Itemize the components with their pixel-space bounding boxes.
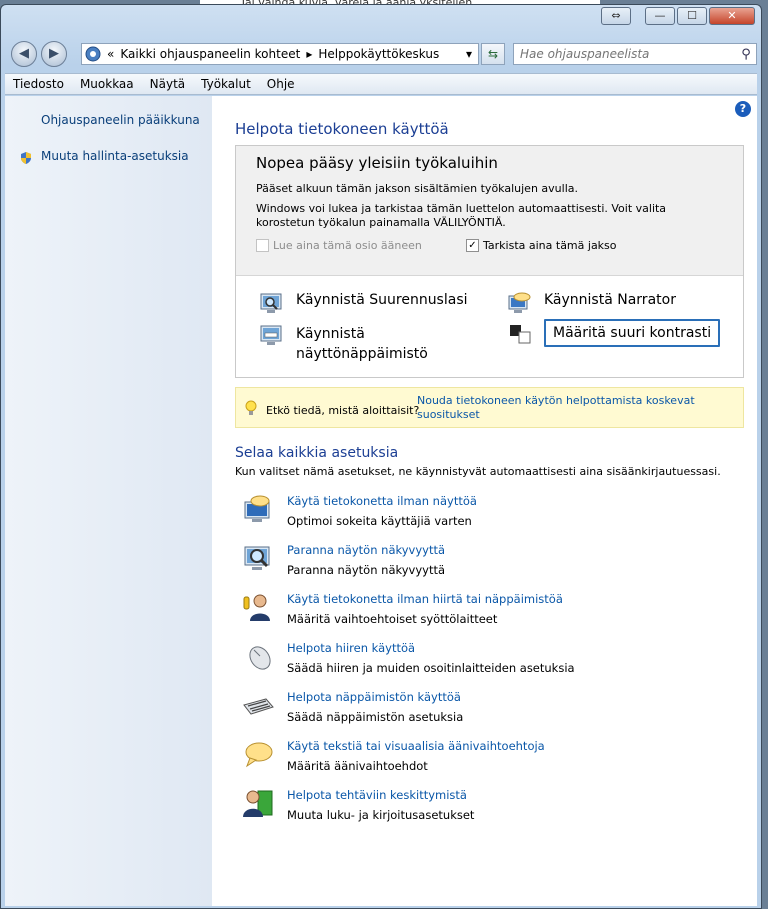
narrator-icon — [508, 292, 531, 313]
monitor-magnifier-icon — [244, 546, 270, 570]
option-mouse: Helpota hiiren käyttöä Säädä hiiren ja m… — [242, 640, 722, 680]
high-contrast-label: Määritä suuri kontrasti — [544, 319, 721, 347]
menu-file[interactable]: Tiedosto — [5, 77, 72, 91]
speech-bubble-icon — [245, 742, 273, 768]
menu-help[interactable]: Ohje — [259, 77, 303, 91]
sidebar: Ohjauspaneelin pääikkuna Muuta hallinta-… — [5, 96, 212, 906]
option-mouse-link[interactable]: Helpota hiiren käyttöä — [287, 641, 415, 655]
breadcrumb-ease-of-access[interactable]: Helppokäyttökeskus — [318, 47, 439, 61]
narrator-tool[interactable]: Käynnistä Narrator — [508, 292, 676, 314]
option-sound-alternatives-desc: Määritä äänivaihtoehdot — [287, 759, 428, 773]
help-icon[interactable]: ? — [735, 101, 751, 117]
option-without-mouse-keyboard: Käytä tietokonetta ilman hiirtä tai näpp… — [242, 591, 722, 631]
control-panel-icon — [85, 46, 101, 62]
auto-scan-label: Tarkista aina tämä jakso — [483, 239, 617, 252]
option-mouse-desc: Säädä hiiren ja muiden osoitinlaitteiden… — [287, 661, 575, 675]
monitor-speech-icon — [244, 495, 270, 522]
option-without-display-link[interactable]: Käytä tietokonetta ilman näyttöä — [287, 494, 477, 508]
page-title: Helpota tietokoneen käyttöä — [235, 120, 449, 138]
recommendations-link[interactable]: Nouda tietokoneen käytön helpottamista k… — [417, 394, 727, 422]
menu-view[interactable]: Näytä — [142, 77, 194, 91]
content-area: Ohjauspaneelin pääikkuna Muuta hallinta-… — [5, 96, 757, 906]
address-bar[interactable]: « Kaikki ohjauspaneelin kohteet ▸ Helppo… — [81, 43, 479, 65]
high-contrast-icon — [510, 325, 531, 344]
option-without-display-desc: Optimoi sokeita käyttäjiä varten — [287, 514, 472, 528]
address-dropdown[interactable]: ▾ — [466, 47, 472, 61]
breadcrumb-all-items[interactable]: Kaikki ohjauspaneelin kohteet — [120, 47, 300, 61]
keyboard-icon — [243, 698, 274, 715]
uac-shield-icon — [21, 152, 31, 164]
option-visibility: Paranna näytön näkyvyyttä Paranna näytön… — [242, 542, 722, 582]
option-sound-alternatives-link[interactable]: Käytä tekstiä tai visuaalisia äänivaihto… — [287, 739, 545, 753]
option-sound-alternatives: Käytä tekstiä tai visuaalisia äänivaihto… — [242, 738, 722, 778]
sidebar-item-home[interactable]: Ohjauspaneelin pääikkuna — [41, 113, 200, 127]
minimize-button[interactable]: — — [645, 7, 675, 25]
option-without-mouse-keyboard-desc: Määritä vaihtoehtoiset syöttölaitteet — [287, 612, 498, 626]
sidebar-item-admin-settings[interactable]: Muuta hallinta-asetuksia — [41, 149, 189, 163]
search-input[interactable] — [514, 44, 736, 64]
window-controls: — ☐ ✕ — [645, 7, 755, 25]
narrator-label: Käynnistä Narrator — [544, 292, 676, 308]
onscreen-keyboard-label: Käynnistä näyttönäppäimistö — [296, 326, 428, 362]
magnifier-tool[interactable]: Käynnistä Suurennuslasi — [260, 292, 468, 314]
close-button[interactable]: ✕ — [709, 7, 755, 25]
forward-button[interactable]: ▶ — [41, 41, 67, 67]
option-focus-tasks-desc: Muuta luku- ja kirjoitusasetukset — [287, 808, 475, 822]
breadcrumb-separator[interactable]: ▸ — [306, 47, 312, 61]
option-without-display: Käytä tietokonetta ilman näyttöä Optimoi… — [242, 493, 722, 533]
maximize-button[interactable]: ☐ — [677, 7, 707, 25]
quick-access-explanation: Windows voi lukea ja tarkistaa tämän lue… — [256, 202, 667, 229]
lightbulb-icon — [245, 400, 257, 415]
search-icon[interactable]: ⚲ — [736, 47, 756, 62]
quick-access-intro: Pääset alkuun tämän jakson sisältämien t… — [256, 182, 578, 195]
high-contrast-tool[interactable]: Määritä suuri kontrasti — [508, 319, 721, 347]
address-root-chevron[interactable]: « — [107, 47, 114, 61]
onscreen-keyboard-icon — [260, 325, 282, 345]
browse-section-title: Selaa kaikkia asetuksia — [235, 445, 399, 461]
browse-section-description: Kun valitset nämä asetukset, ne käynnist… — [235, 465, 721, 478]
option-without-mouse-keyboard-link[interactable]: Käytä tietokonetta ilman hiirtä tai näpp… — [287, 592, 563, 606]
mouse-icon — [249, 646, 271, 670]
navigation-bar: ◀ ▶ « Kaikki ohjauspaneelin kohteet ▸ He… — [9, 39, 757, 69]
quick-access-panel: Nopea pääsy yleisiin työkaluihin Pääset … — [235, 145, 744, 378]
quick-access-header: Nopea pääsy yleisiin työkaluihin Pääset … — [236, 146, 743, 276]
quick-access-title: Nopea pääsy yleisiin työkaluihin — [256, 154, 498, 172]
auto-scan-box[interactable]: ✓ — [466, 239, 479, 252]
back-button[interactable]: ◀ — [11, 41, 37, 67]
reading-user-icon — [243, 790, 273, 817]
menu-tools[interactable]: Työkalut — [193, 77, 259, 91]
magnifier-icon — [260, 293, 282, 313]
menu-bar: Tiedosto Muokkaa Näytä Työkalut Ohje — [5, 73, 757, 95]
main-panel: ? Helpota tietokoneen käyttöä Nopea pääs… — [212, 96, 757, 906]
option-keyboard-link[interactable]: Helpota näppäimistön käyttöä — [287, 690, 461, 704]
user-input-icon — [243, 594, 270, 621]
search-box: ⚲ — [513, 43, 757, 65]
read-aloud-label: Lue aina tämä osio ääneen — [273, 239, 422, 252]
read-aloud-box[interactable] — [256, 239, 269, 252]
menu-edit[interactable]: Muokkaa — [72, 77, 142, 91]
window-nav-button[interactable]: ⇔ — [601, 7, 631, 25]
option-keyboard-desc: Säädä näppäimistön asetuksia — [287, 710, 464, 724]
option-focus-tasks-link[interactable]: Helpota tehtäviin keskittymistä — [287, 788, 467, 802]
onscreen-keyboard-tool[interactable]: Käynnistä näyttönäppäimistö — [260, 324, 446, 364]
refresh-button[interactable]: ⇆ — [481, 43, 505, 65]
option-visibility-desc: Paranna näytön näkyvyyttä — [287, 563, 446, 577]
control-panel-window: ⇔ — ☐ ✕ ◀ ▶ « Kaikki ohjauspaneelin koht… — [0, 4, 762, 909]
magnifier-label: Käynnistä Suurennuslasi — [296, 292, 468, 308]
option-focus-tasks: Helpota tehtäviin keskittymistä Muuta lu… — [242, 787, 722, 827]
read-aloud-checkbox[interactable]: Lue aina tämä osio ääneen — [256, 239, 422, 252]
auto-scan-checkbox[interactable]: ✓ Tarkista aina tämä jakso — [466, 239, 617, 252]
option-keyboard: Helpota näppäimistön käyttöä Säädä näppä… — [242, 689, 722, 729]
recommendation-tip: Etkö tiedä, mistä aloittaisit? Nouda tie… — [235, 387, 744, 428]
option-visibility-link[interactable]: Paranna näytön näkyvyyttä — [287, 543, 445, 557]
tip-question: Etkö tiedä, mistä aloittaisit? — [266, 404, 420, 417]
